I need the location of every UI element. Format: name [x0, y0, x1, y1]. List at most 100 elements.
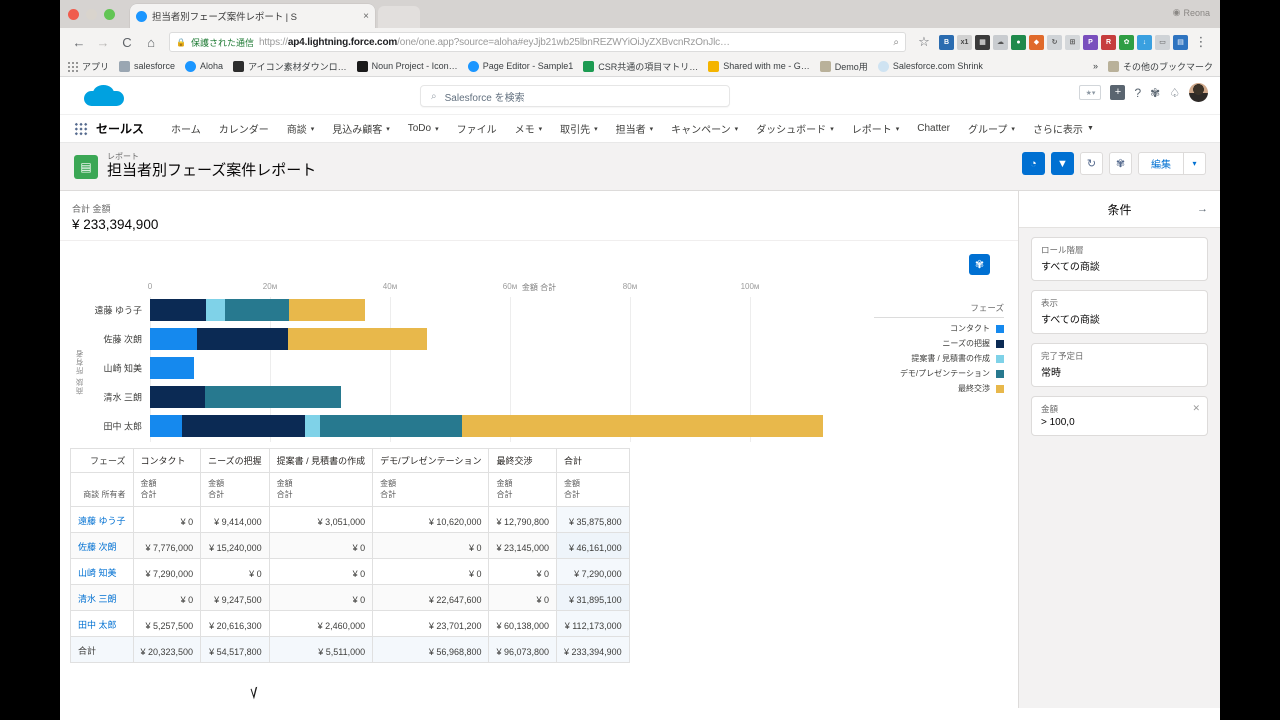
bookmark-csr-matrix[interactable]: CSR共通の項目マトリ…	[583, 60, 698, 73]
browser-tab[interactable]: 担当者別フェーズ案件レポート | S ×	[130, 4, 375, 28]
chart-settings-icon[interactable]: ✾	[969, 254, 990, 275]
back-icon[interactable]: ←	[68, 31, 90, 53]
chart-bar-row[interactable]: 山崎 知美	[103, 357, 870, 379]
search-zoom-icon[interactable]: ⌕	[893, 37, 899, 48]
extension-icon-cloud[interactable]: ☁	[993, 34, 1008, 50]
add-icon[interactable]: +	[1110, 85, 1126, 100]
tab-close-icon[interactable]: ×	[363, 11, 369, 22]
extension-icon-b[interactable]: B	[939, 34, 954, 50]
extension-icon-leaf[interactable]: ✿	[1119, 34, 1134, 50]
filter-card[interactable]: ロール階層 すべての商談	[1031, 237, 1208, 281]
favorites-icon[interactable]: ★▾	[1079, 85, 1102, 100]
extension-icon-orange[interactable]: ◆	[1029, 34, 1044, 50]
settings-button[interactable]: ✾	[1109, 152, 1132, 175]
new-tab-button[interactable]	[378, 6, 420, 28]
chart-bar-row[interactable]: 佐藤 次朗	[103, 328, 870, 350]
chart-bar-segment[interactable]	[181, 415, 306, 437]
nav-item-campaigns[interactable]: キャンペーン ▾	[662, 115, 747, 143]
extension-icon-doc[interactable]: ▤	[1173, 34, 1188, 50]
bookmark-page-editor[interactable]: Page Editor - Sample1	[467, 60, 573, 72]
nav-item-groups[interactable]: グループ ▾	[959, 115, 1024, 143]
chart-bar-segment[interactable]	[288, 299, 366, 321]
minimize-window-button[interactable]	[86, 9, 97, 20]
chart-bar-segment[interactable]	[205, 386, 342, 408]
bookmark-other[interactable]: その他のブックマーク	[1107, 60, 1213, 73]
legend-entry[interactable]: 最終交渉	[874, 383, 1004, 394]
nav-item-contacts[interactable]: 担当者 ▾	[607, 115, 663, 143]
extension-icon-x1[interactable]: x1	[957, 34, 972, 50]
forward-icon[interactable]: →	[92, 31, 114, 53]
nav-item-opportunities[interactable]: 商談 ▾	[278, 115, 324, 143]
maximize-window-button[interactable]	[104, 9, 115, 20]
chart-bar-segment[interactable]	[288, 328, 427, 350]
remove-filter-icon[interactable]: ✕	[1192, 403, 1200, 414]
nav-item-reports[interactable]: レポート ▾	[843, 115, 909, 143]
chart-bar-segment[interactable]	[150, 415, 182, 437]
table-cell-owner[interactable]: 清水 三朗	[70, 584, 134, 611]
nav-item-notes[interactable]: メモ ▾	[506, 115, 552, 143]
chart-bar-segment[interactable]	[150, 328, 197, 350]
refresh-button[interactable]: ↻	[1080, 152, 1103, 175]
nav-item-accounts[interactable]: 取引先 ▾	[551, 115, 607, 143]
salesforce-logo-icon[interactable]	[82, 84, 126, 108]
table-cell-owner[interactable]: 山崎 知美	[70, 558, 134, 585]
filter-card[interactable]: 金額 > 100,0 ✕	[1031, 395, 1208, 436]
extension-icon-grid[interactable]: ⊞	[1065, 34, 1080, 50]
legend-entry[interactable]: デモ/プレゼンテーション	[874, 368, 1004, 379]
filter-card[interactable]: 完了予定日 常時	[1031, 342, 1208, 387]
gear-icon[interactable]: ✾	[1150, 87, 1160, 99]
filter-card[interactable]: 表示 すべての商談	[1031, 289, 1208, 334]
bell-icon[interactable]: ♤	[1169, 87, 1180, 99]
chart-bar-row[interactable]: 遠藤 ゆう子	[94, 299, 870, 321]
filter-toggle-button[interactable]: ▼	[1051, 152, 1074, 175]
chart-toggle-button[interactable]: ◔	[1022, 152, 1045, 175]
bookmark-shared-with-me[interactable]: Shared with me - G…	[708, 60, 810, 72]
nav-item-files[interactable]: ファイル	[448, 115, 506, 143]
table-cell-owner[interactable]: 佐藤 次朗	[70, 532, 134, 559]
nav-item-dashboards[interactable]: ダッシュボード ▾	[747, 115, 843, 143]
extension-icon-keyboard[interactable]: ▦	[975, 34, 990, 50]
extension-icon-red[interactable]: R	[1101, 34, 1116, 50]
chart-bar-segment[interactable]	[320, 415, 463, 437]
chart-bar-row[interactable]: 田中 太郎	[103, 415, 870, 437]
edit-button[interactable]: 編集	[1138, 152, 1184, 175]
legend-entry[interactable]: 提案書 / 見積書の作成	[874, 353, 1004, 364]
nav-item-calendar[interactable]: カレンダー	[210, 115, 278, 143]
nav-item-chatter[interactable]: Chatter	[908, 115, 959, 143]
help-icon[interactable]: ?	[1134, 87, 1141, 99]
extension-icon-purple[interactable]: P	[1083, 34, 1098, 50]
chart-bar-segment[interactable]	[150, 386, 206, 408]
bookmark-noun-project[interactable]: Noun Project - Icon…	[356, 60, 458, 72]
home-icon[interactable]: ⌂	[140, 31, 162, 53]
table-cell-owner[interactable]: 遠藤 ゆう子	[70, 506, 134, 533]
global-search-input[interactable]: ⌕ Salesforce を検索	[420, 85, 730, 107]
legend-entry[interactable]: コンタクト	[874, 323, 1004, 334]
bookmark-star-icon[interactable]: ☆	[913, 31, 935, 53]
bookmark-demo-folder[interactable]: Demo用	[819, 60, 868, 73]
legend-entry[interactable]: ニーズの把握	[874, 338, 1004, 349]
avatar[interactable]	[1189, 83, 1208, 102]
bookmark-shrink[interactable]: Salesforce.com Shrink	[877, 60, 983, 72]
extension-icon-window[interactable]: ▭	[1155, 34, 1170, 50]
chart-bar-segment[interactable]	[196, 328, 289, 350]
nav-item-home[interactable]: ホーム	[162, 115, 210, 143]
chart-bar-row[interactable]: 清水 三朗	[103, 386, 870, 408]
nav-item-more[interactable]: さらに表示 ▼	[1024, 115, 1103, 143]
bookmark-icon-download[interactable]: アイコン素材ダウンロ…	[233, 60, 347, 73]
chart-bar-segment[interactable]	[206, 299, 225, 321]
address-bar[interactable]: 🔒 保護された通信 https://ap4.lightning.force.co…	[169, 32, 906, 52]
collapse-panel-icon[interactable]: →	[1197, 203, 1208, 215]
reload-icon[interactable]: C	[116, 31, 138, 53]
chart-bar-segment[interactable]	[305, 415, 320, 437]
extension-icon-green[interactable]: ●	[1011, 34, 1026, 50]
close-window-button[interactable]	[68, 9, 79, 20]
chart-bar-segment[interactable]	[462, 415, 824, 437]
chart-bar-segment[interactable]	[150, 299, 207, 321]
bookmark-aloha[interactable]: Aloha	[185, 60, 223, 72]
chart-bar-segment[interactable]	[224, 299, 289, 321]
bookmarks-overflow[interactable]: »	[1093, 61, 1098, 71]
app-launcher-icon[interactable]	[74, 121, 88, 136]
extension-icon-download[interactable]: ↓	[1137, 34, 1152, 50]
bookmark-apps[interactable]: アプリ	[67, 60, 109, 73]
nav-item-todo[interactable]: ToDo ▾	[399, 115, 448, 143]
